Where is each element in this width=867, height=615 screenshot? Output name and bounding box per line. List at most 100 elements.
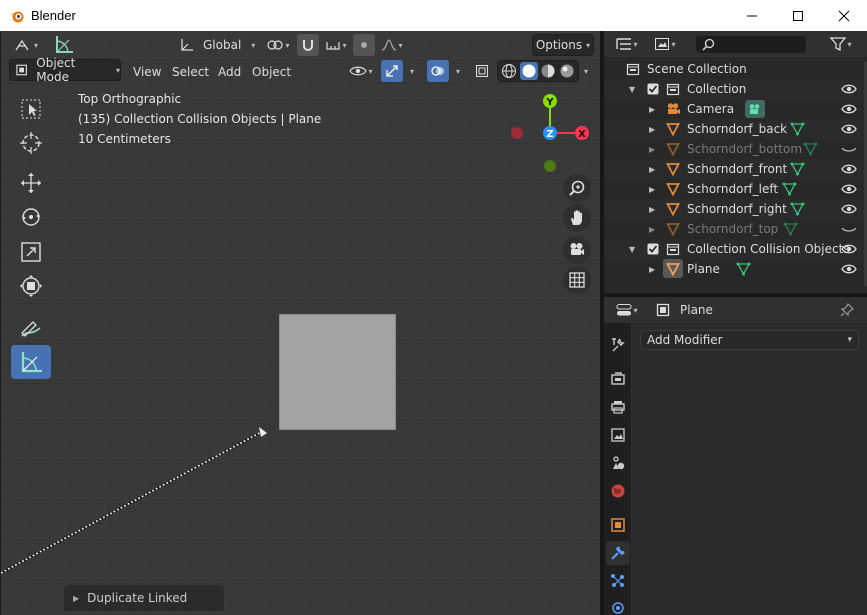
measure-tool[interactable] (11, 345, 51, 379)
gizmo-neg-y-axis[interactable] (544, 160, 556, 172)
annotate-tool[interactable] (11, 311, 51, 345)
outliner-row-camera[interactable]: ▶ Camera (604, 99, 867, 119)
gizmo-options-dropdown[interactable]: ▾ (405, 60, 419, 82)
pin-icon[interactable] (840, 303, 854, 317)
outliner-row-collection[interactable]: ▼ Collection (604, 79, 867, 99)
eye-icon[interactable] (841, 183, 857, 195)
transform-orientation-dropdown[interactable]: Global ▾ (177, 34, 257, 56)
checkbox-checked-icon[interactable] (647, 83, 659, 95)
tab-render[interactable] (606, 367, 630, 391)
visibility-dropdown[interactable]: ▾ (346, 60, 376, 82)
eye-closed-icon[interactable] (841, 223, 857, 235)
eye-icon[interactable] (841, 123, 857, 135)
outliner-row-schorndorf-left[interactable]: ▶ Schorndorf_left (604, 179, 867, 199)
expand-arrow-icon[interactable]: ▶ (649, 125, 655, 134)
add-modifier-dropdown[interactable]: Add Modifier ▾ (640, 330, 859, 350)
close-button[interactable] (821, 0, 867, 31)
tab-tool[interactable] (606, 333, 630, 357)
zoom-button[interactable] (563, 174, 591, 202)
navigation-gizmo[interactable]: Y X Z (501, 89, 597, 175)
camera-view-button[interactable] (563, 236, 591, 264)
maximize-button[interactable] (775, 0, 821, 31)
shading-options-dropdown[interactable]: ▾ (579, 60, 593, 82)
outliner-search-input[interactable] (696, 36, 806, 53)
outliner-row-schorndorf-top[interactable]: ▶ Schorndorf_top (604, 219, 867, 239)
eye-icon[interactable] (841, 103, 857, 115)
material-shading-icon[interactable] (540, 63, 556, 79)
tab-particles[interactable] (606, 569, 630, 593)
last-operation-panel[interactable]: ▶ Duplicate Linked (64, 585, 224, 611)
editor-type-button[interactable]: ▾ (9, 34, 43, 56)
filter-dropdown[interactable]: ▾ (824, 33, 858, 55)
minimize-button[interactable] (729, 0, 775, 31)
transform-tool[interactable] (11, 269, 51, 303)
outliner-row-schorndorf-right[interactable]: ▶ Schorndorf_right (604, 199, 867, 219)
proportional-edit-toggle[interactable] (353, 34, 375, 56)
tab-view-layer[interactable] (606, 423, 630, 447)
eye-icon[interactable] (841, 163, 857, 175)
expand-arrow-icon[interactable]: ▶ (649, 265, 655, 274)
mesh-data-icon[interactable] (790, 122, 805, 136)
tab-world[interactable] (606, 479, 630, 503)
tab-output[interactable] (606, 395, 630, 419)
outliner-editor-type-button[interactable]: ▾ (612, 33, 642, 55)
mesh-data-icon[interactable] (783, 222, 798, 236)
area-divider-vertical[interactable] (600, 31, 604, 615)
scale-tool[interactable] (11, 235, 51, 269)
wireframe-shading-icon[interactable] (501, 63, 517, 79)
rendered-shading-icon[interactable] (559, 63, 575, 79)
gizmo-toggle[interactable] (381, 60, 403, 82)
eye-icon[interactable] (841, 243, 857, 255)
menu-add[interactable]: Add (218, 62, 241, 82)
tab-scene[interactable] (606, 451, 630, 475)
overlay-options-dropdown[interactable]: ▾ (451, 60, 465, 82)
pivot-point-dropdown[interactable]: ▾ (263, 34, 293, 56)
expand-arrow-icon[interactable]: ▶ (649, 225, 655, 234)
move-tool[interactable] (11, 166, 51, 200)
cursor-tool[interactable] (11, 126, 51, 160)
options-dropdown[interactable]: Options ▾ (532, 34, 594, 56)
ortho-toggle-button[interactable] (563, 266, 591, 294)
eye-closed-icon[interactable] (841, 143, 857, 155)
tab-object[interactable] (606, 513, 630, 537)
expand-arrow-icon[interactable]: ▶ (649, 185, 655, 194)
display-mode-dropdown[interactable]: ▾ (650, 33, 680, 55)
plane-object[interactable] (279, 314, 396, 430)
mode-dropdown[interactable]: Object Mode ▾ (9, 56, 121, 84)
overlay-toggle[interactable] (427, 60, 449, 82)
measure-ruler-line[interactable] (1, 421, 271, 581)
tab-modifiers[interactable] (606, 541, 630, 565)
3d-viewport[interactable]: ▾ Global ▾ ▾ ▾ ▾ Options ▾ Object Mode ▾ Vi… (1, 31, 600, 615)
menu-view[interactable]: View (133, 62, 161, 82)
eye-icon[interactable] (841, 83, 857, 95)
outliner-row-collision-collection[interactable]: ▼ Collection Collision Objects (604, 239, 867, 259)
eye-icon[interactable] (841, 263, 857, 275)
mesh-data-icon[interactable] (736, 262, 751, 276)
snap-target-dropdown[interactable]: ▾ (321, 34, 351, 56)
menu-object[interactable]: Object (252, 62, 291, 82)
xray-toggle[interactable] (473, 60, 491, 82)
expand-arrow-icon[interactable]: ▶ (649, 105, 655, 114)
proportional-falloff-dropdown[interactable]: ▾ (377, 34, 407, 56)
active-tool-icon-button[interactable] (51, 33, 77, 55)
area-divider-horizontal[interactable] (604, 293, 867, 297)
properties-editor-type-button[interactable]: ▾ (612, 299, 642, 321)
outliner-row-schorndorf-back[interactable]: ▶ Schorndorf_back (604, 119, 867, 139)
mesh-data-icon[interactable] (782, 182, 797, 196)
gizmo-neg-x-axis[interactable] (511, 127, 523, 139)
disclosure-triangle-icon[interactable]: ▼ (629, 245, 635, 254)
snap-toggle[interactable] (297, 34, 319, 56)
rotate-tool[interactable] (11, 200, 51, 234)
camera-data-badge[interactable] (745, 100, 765, 118)
expand-arrow-icon[interactable]: ▶ (649, 165, 655, 174)
disclosure-triangle-icon[interactable]: ▼ (629, 85, 635, 94)
solid-shading-icon[interactable] (519, 62, 538, 80)
checkbox-checked-icon[interactable] (647, 243, 659, 255)
select-box-tool[interactable] (11, 92, 51, 126)
expand-arrow-icon[interactable]: ▶ (649, 145, 655, 154)
mesh-data-icon[interactable] (790, 162, 805, 176)
eye-icon[interactable] (841, 203, 857, 215)
outliner-row-schorndorf-front[interactable]: ▶ Schorndorf_front (604, 159, 867, 179)
mesh-data-icon[interactable] (790, 202, 805, 216)
outliner-row-schorndorf-bottom[interactable]: ▶ Schorndorf_bottom (604, 139, 867, 159)
